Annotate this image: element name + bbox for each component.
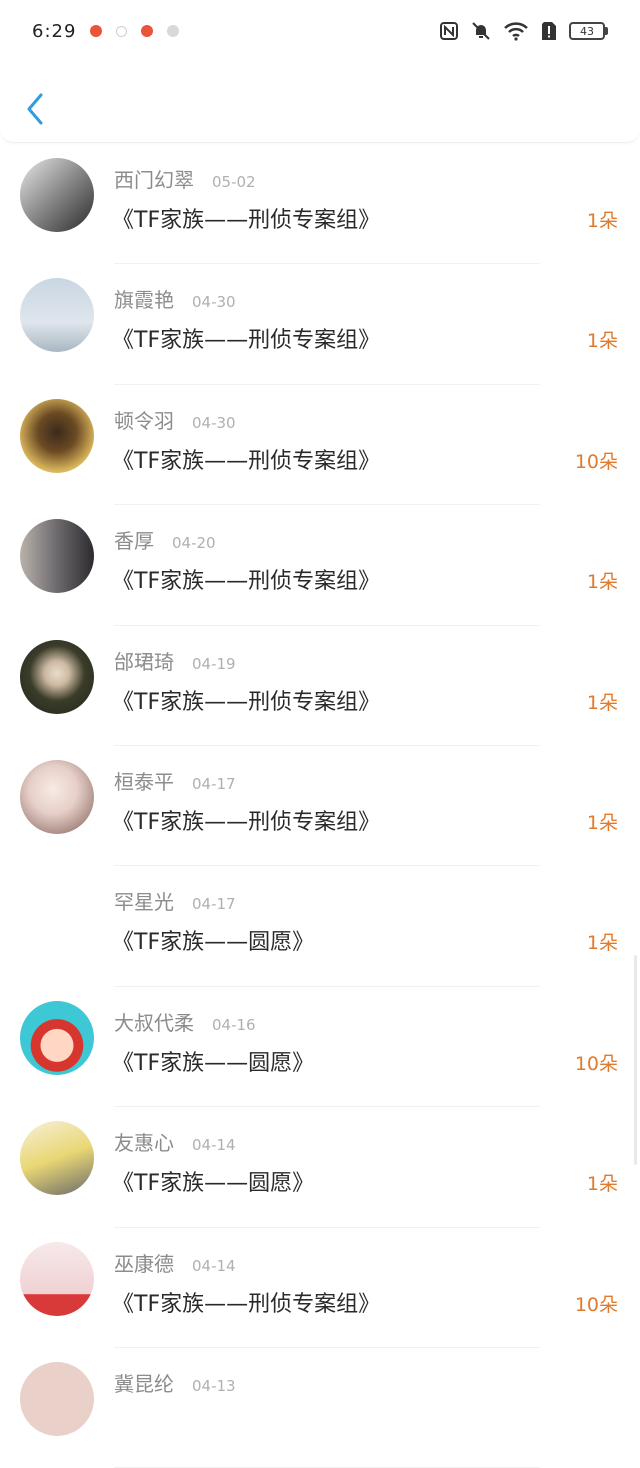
book-title: 《TF家族——刑侦专案组》 [112,689,381,715]
avatar[interactable] [20,759,94,834]
flower-count: 1朵 [586,1173,618,1196]
header [0,62,640,143]
book-title: 《TF家族——刑侦专案组》 [112,448,381,474]
entry-date: 05-02 [212,173,256,191]
avatar[interactable] [20,1121,94,1196]
avatar[interactable] [20,519,94,594]
avatar[interactable] [20,398,94,473]
entry-meta: 大叔代柔 04-16 [114,1007,256,1036]
scrollbar[interactable] [634,955,637,1165]
list-item[interactable]: 大叔代柔 04-16 《TF家族——圆愿》 10朵 [0,987,640,1108]
notification-misc-icon [167,25,180,37]
book-title: 《TF家族——圆愿》 [112,930,315,956]
list-item[interactable]: 邰珺琦 04-19 《TF家族——刑侦专案组》 1朵 [0,626,640,746]
battery-level: 43 [569,22,605,40]
status-bar: 6:29 43 [0,0,640,62]
entry-meta: 旗霞艳 04-30 [114,284,236,313]
avatar[interactable] [20,1361,94,1436]
book-title: 《TF家族——刑侦专案组》 [112,1291,381,1317]
entry-meta: 友惠心 04-14 [114,1127,236,1156]
battery-indicator: 43 [569,22,608,40]
entry-meta: 桓泰平 04-17 [114,766,236,795]
user-name: 巫康德 [114,1251,174,1276]
book-title: 《TF家族——刑侦专案组》 [112,809,381,835]
entry-meta: 冀昆纶 04-13 [114,1368,236,1397]
flower-count: 10朵 [574,1293,618,1316]
chevron-left-icon [27,93,43,125]
entry-date: 04-30 [192,293,236,312]
list-item[interactable]: 顿令羽 04-30 《TF家族——刑侦专案组》 10朵 [0,385,640,506]
user-name: 友惠心 [114,1131,174,1156]
list-item[interactable]: 罕星光 04-17 《TF家族——圆愿》 1朵 [0,866,640,987]
entry-date: 04-13 [192,1376,236,1395]
flower-count: 1朵 [586,932,618,955]
list-item[interactable]: 旗霞艳 04-30 《TF家族——刑侦专案组》 1朵 [0,264,640,385]
wifi-icon [504,22,528,41]
entry-date: 04-14 [192,1136,236,1155]
list-item[interactable]: 冀昆纶 04-13 [0,1348,640,1468]
flower-count: 1朵 [586,811,618,834]
entry-date: 04-20 [172,534,216,553]
entry-date: 04-17 [192,895,236,914]
book-title: 《TF家族——刑侦专案组》 [112,569,381,595]
user-name: 邰珺琦 [114,649,174,674]
entry-meta: 罕星光 04-17 [114,886,236,915]
notification-sync-icon [116,25,128,37]
notification-app-icon [90,25,103,37]
book-title: 《TF家族——刑侦专案组》 [112,208,381,233]
user-name: 冀昆纶 [114,1371,174,1396]
gift-record-list: 西门幻翠 05-02 《TF家族——刑侦专案组》 1朵 旗霞艳 04-30 《TF家族——刑… [0,144,640,1468]
avatar[interactable] [20,278,94,353]
avatar[interactable] [20,1241,94,1316]
user-name: 香厚 [114,529,154,554]
notification-app-icon [141,25,154,37]
avatar[interactable] [20,1000,94,1075]
entry-meta: 顿令羽 04-30 [114,405,236,434]
entry-date: 04-17 [192,774,236,793]
list-item[interactable]: 友惠心 04-14 《TF家族——圆愿》 1朵 [0,1107,640,1228]
entry-date: 04-30 [192,413,236,432]
flower-count: 1朵 [586,571,618,594]
flower-count: 1朵 [586,330,618,353]
back-button[interactable] [20,90,50,128]
entry-meta: 巫康德 04-14 [114,1248,236,1277]
flower-count: 1朵 [586,210,618,232]
book-title: 《TF家族——刑侦专案组》 [112,328,381,354]
entry-date: 04-19 [192,654,236,673]
flower-count: 1朵 [586,691,618,714]
book-title: 《TF家族——圆愿》 [112,1050,315,1076]
avatar[interactable] [20,158,94,232]
user-name: 旗霞艳 [114,288,174,313]
avatar[interactable] [20,639,94,714]
entry-date: 04-14 [192,1256,236,1275]
mute-bell-icon [472,22,490,40]
list-item[interactable]: 巫康德 04-14 《TF家族——刑侦专案组》 10朵 [0,1228,640,1348]
entry-meta: 香厚 04-20 [114,525,216,554]
list-item[interactable]: 西门幻翠 05-02 《TF家族——刑侦专案组》 1朵 [0,144,640,265]
user-name: 顿令羽 [114,408,174,433]
user-name: 大叔代柔 [114,1010,194,1035]
alert-sim-icon [542,22,556,40]
entry-meta: 西门幻翠 05-02 [114,164,256,193]
list-item[interactable]: 桓泰平 04-17 《TF家族——刑侦专案组》 1朵 [0,746,640,867]
list-item[interactable]: 香厚 04-20 《TF家族——刑侦专案组》 1朵 [0,505,640,626]
user-name: 罕星光 [114,890,174,915]
entry-meta: 邰珺琦 04-19 [114,646,236,675]
flower-count: 10朵 [574,1052,618,1075]
book-title: 《TF家族——圆愿》 [112,1171,315,1197]
nfc-icon [440,22,458,40]
status-time: 6:29 [32,20,77,42]
user-name: 西门幻翠 [114,168,194,192]
user-name: 桓泰平 [114,769,174,794]
flower-count: 10朵 [574,450,618,473]
entry-date: 04-16 [212,1015,256,1034]
